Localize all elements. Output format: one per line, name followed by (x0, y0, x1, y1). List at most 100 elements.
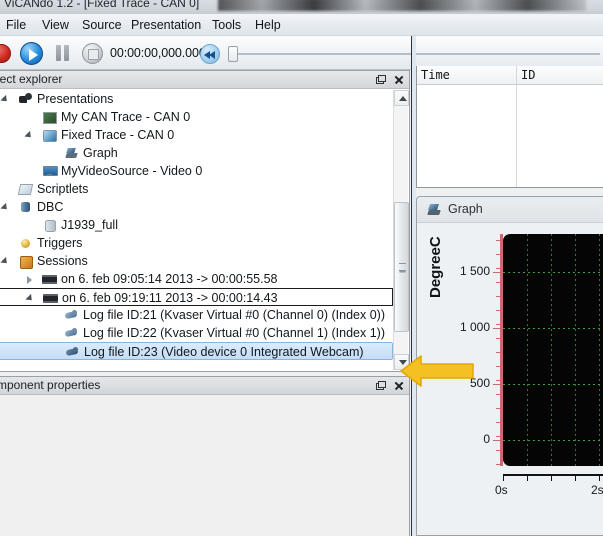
project-explorer-header: ject explorer (0, 71, 409, 89)
dock-splitter[interactable] (411, 36, 412, 536)
tree-item[interactable]: MyVideoSource - Video 0 (0, 162, 393, 180)
tree-item-label: Sessions (37, 254, 88, 268)
graph-panel-title: Graph (448, 202, 483, 216)
graph-icon (426, 203, 442, 217)
menu-bar: File View Source Presentation Tools Help (0, 14, 603, 36)
graph-icon (64, 146, 79, 160)
tree-item[interactable]: Graph (0, 144, 393, 162)
y-tick-minor (496, 352, 501, 353)
gridline-horizontal (503, 440, 603, 441)
project-explorer-title: ject explorer (0, 72, 63, 86)
tree-item[interactable]: DBC (0, 198, 393, 216)
triggers-icon (18, 236, 33, 250)
y-tick-label: 500 (469, 376, 490, 390)
fixed-trace-icon (42, 128, 57, 142)
tree-item[interactable]: Log file ID:22 (Kvaser Virtual #0 (Chann… (0, 324, 393, 342)
record-circle-icon[interactable] (0, 44, 11, 63)
y-tick-minor (496, 366, 501, 367)
y-tick-minor (496, 268, 501, 269)
tree-item-label: Triggers (37, 236, 83, 250)
menu-item-source[interactable]: Source (77, 16, 127, 34)
slider-thumb[interactable] (228, 46, 238, 62)
tree-item[interactable]: My CAN Trace - CAN 0 (0, 108, 393, 126)
blurred-title-region (218, 0, 586, 11)
column-header-id[interactable]: ID (521, 68, 535, 82)
tree-item[interactable]: Log file ID:23 (Video device 0 Integrate… (0, 342, 393, 360)
chart-canvas[interactable] (503, 234, 603, 466)
message-list: Time ID (416, 66, 603, 188)
tree-item-label: Graph (83, 146, 118, 160)
tree-item-label: My CAN Trace - CAN 0 (61, 110, 191, 124)
close-icon[interactable] (391, 73, 406, 87)
title-bar: ViCANdo 1.2 - [Fixed Trace - CAN 0] (0, 0, 603, 14)
tree-item[interactable]: on 6. feb 09:05:14 2013 -> 00:00:55.58 (0, 270, 393, 288)
tree-item[interactable]: Log file ID:21 (Kvaser Virtual #0 (Chann… (0, 306, 393, 324)
menu-item-presentation[interactable]: Presentation (126, 16, 206, 34)
expander-open-icon[interactable] (1, 257, 10, 266)
vicando-application-window: ViCANdo 1.2 - [Fixed Trace - CAN 0] File… (0, 0, 603, 536)
expander-open-icon[interactable] (1, 203, 10, 212)
play-icon[interactable] (20, 42, 43, 65)
y-tick-label: 1 500 (459, 264, 490, 278)
y-tick-minor (496, 338, 501, 339)
menu-item-help[interactable]: Help (250, 16, 286, 34)
scroll-down-arrow-icon[interactable] (394, 354, 409, 370)
x-tick-label: 0s (495, 483, 508, 497)
component-properties-body (0, 396, 408, 536)
project-tree-scrollbar[interactable] (393, 90, 409, 370)
column-divider[interactable] (516, 66, 517, 187)
gridline-vertical (527, 234, 528, 466)
component-properties-header: mponent properties (0, 377, 409, 395)
y-tick-label: 1 000 (459, 320, 490, 334)
y-tick (493, 384, 501, 385)
pause-icon[interactable] (54, 45, 71, 61)
log-file-icon (64, 326, 79, 340)
tree-item[interactable]: Triggers (0, 234, 393, 252)
y-tick-minor (496, 408, 501, 409)
y-axis-label: DegreeC (427, 236, 444, 298)
log-file-icon (65, 345, 80, 359)
scroll-up-arrow-icon[interactable] (394, 90, 409, 106)
dbc-icon (18, 200, 33, 214)
x-tick (575, 474, 576, 481)
playback-toolbar: 00:00:00,000.000 (0, 36, 603, 70)
gridline-horizontal (503, 328, 603, 329)
y-tick (493, 272, 501, 273)
x-tick-label: 2s (591, 483, 603, 497)
expander-closed-icon[interactable] (25, 275, 34, 284)
tree-item[interactable]: Presentations (0, 90, 393, 108)
tree-item[interactable]: J1939_full (0, 216, 393, 234)
y-tick-minor (496, 422, 501, 423)
column-header-time[interactable]: Time (421, 68, 450, 82)
project-tree[interactable]: Presentations My CAN Trace - CAN 0 Fixed T… (0, 90, 393, 370)
tree-item[interactable]: Sessions (0, 252, 393, 270)
y-tick-minor (496, 394, 501, 395)
y-tick-label: 0 (483, 432, 490, 446)
graph-plot-area[interactable]: 1 500 1 000 500 0 DegreeC 0s 2s (417, 224, 603, 535)
float-window-icon[interactable] (372, 73, 387, 87)
float-window-icon[interactable] (372, 379, 387, 393)
tree-item[interactable]: Scriptlets (0, 180, 393, 198)
menu-item-file[interactable]: File (1, 16, 31, 34)
tree-item[interactable]: on 6. feb 09:19:11 2013 -> 00:00:14.43 (0, 288, 393, 306)
expander-open-icon[interactable] (26, 294, 35, 303)
tree-item-label: Log file ID:21 (Kvaser Virtual #0 (Chann… (83, 308, 386, 322)
gridline-vertical (551, 234, 552, 466)
menu-item-view[interactable]: View (37, 16, 74, 34)
component-properties-title: mponent properties (0, 378, 101, 392)
y-tick-minor (496, 324, 501, 325)
menu-item-tools[interactable]: Tools (207, 16, 246, 34)
scrollbar-thumb[interactable] (394, 202, 409, 332)
dbc-file-icon (42, 218, 57, 232)
tree-item[interactable]: Fixed Trace - CAN 0 (0, 126, 393, 144)
expander-open-icon[interactable] (1, 95, 10, 104)
sessions-icon (18, 254, 33, 269)
expander-open-icon[interactable] (25, 131, 34, 140)
tree-item-label: DBC (37, 200, 64, 214)
y-tick-minor (496, 254, 501, 255)
presentations-icon (18, 92, 33, 106)
stop-icon[interactable] (82, 43, 103, 64)
rewind-icon[interactable] (200, 44, 220, 64)
close-icon[interactable] (391, 379, 406, 393)
tree-item-label: on 6. feb 09:19:11 2013 -> 00:00:14.43 (62, 291, 278, 305)
